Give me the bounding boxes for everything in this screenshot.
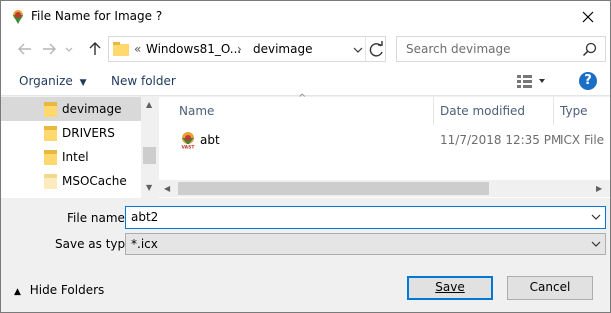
hide-folders-button[interactable]: ▲ Hide Folders [14, 283, 104, 297]
nav-item-label: devimage [62, 102, 122, 116]
chevron-up-icon: ▲ [14, 287, 21, 297]
nav-item-label: Intel [62, 150, 89, 164]
scrollbar-thumb[interactable] [143, 147, 156, 164]
nav-item-intel[interactable]: Intel [1, 145, 141, 169]
file-name-value: abt2 [131, 210, 159, 224]
save-as-type-chevron-icon[interactable] [591, 237, 601, 251]
save-button[interactable]: Save [407, 276, 493, 300]
new-folder-button[interactable]: New folder [111, 74, 176, 88]
breadcrumb-parent[interactable]: Windows81_O... [146, 42, 241, 56]
window-title: File Name for Image ? [31, 9, 163, 23]
close-icon[interactable] [566, 3, 610, 31]
address-divider [365, 37, 366, 61]
organize-button[interactable]: Organize ▼ [19, 74, 87, 88]
forward-arrow-icon[interactable] [39, 39, 59, 59]
column-header-date[interactable]: Date modified [440, 104, 525, 118]
command-toolbar: Organize ▼ New folder ? [1, 66, 610, 96]
breadcrumb-overflow[interactable]: « [134, 42, 141, 56]
change-view-icon[interactable] [516, 74, 546, 88]
scroll-down-icon[interactable]: ▼ [146, 183, 152, 193]
save-as-type-value: *.icx [131, 237, 158, 251]
column-divider[interactable] [553, 97, 554, 125]
folder-icon [113, 42, 129, 56]
file-date: 11/7/2018 12:35 PM [440, 133, 562, 147]
nav-item-devimage[interactable]: devimage [1, 97, 141, 121]
navigation-row: « Windows81_O... › devimage Search devim… [1, 32, 610, 66]
column-header-type[interactable]: Type [560, 104, 588, 118]
nav-item-drivers[interactable]: DRIVERS [1, 121, 141, 145]
search-input[interactable]: Search devimage [406, 42, 511, 56]
refresh-icon[interactable] [368, 41, 386, 59]
hide-folders-label: Hide Folders [29, 283, 105, 297]
column-header-name[interactable]: Name [179, 104, 214, 118]
nav-scrollbar[interactable]: ▲ ▼ [141, 97, 158, 198]
folder-icon [44, 102, 57, 117]
organize-label: Organize [19, 74, 73, 88]
app-icon [13, 10, 23, 24]
svg-text:VAST: VAST [182, 145, 196, 150]
file-type: ICX File [560, 133, 605, 147]
breadcrumb-separator-icon[interactable]: › [237, 42, 242, 56]
address-dropdown-chevron-icon[interactable] [352, 43, 364, 57]
cancel-button[interactable]: Cancel [507, 276, 593, 300]
nav-item-label: MSOCache [62, 174, 127, 188]
nav-item-label: DRIVERS [62, 126, 115, 140]
chevron-down-icon: ▼ [79, 78, 87, 88]
address-bar[interactable]: « Windows81_O... › devimage [108, 36, 386, 62]
save-dialog: File Name for Image ? « Windows81_O... ›… [0, 0, 611, 313]
save-as-type-select[interactable]: *.icx [125, 233, 606, 255]
breadcrumb-current[interactable]: devimage [253, 42, 312, 56]
file-list-scrollbar[interactable]: ◀ ▶ [159, 180, 610, 197]
save-button-label: Save [435, 280, 465, 294]
recent-locations-chevron-icon[interactable] [63, 39, 75, 59]
file-list: ^ Name Date modified Type VAST abt 11/7/… [159, 93, 610, 198]
navigation-pane: devimage DRIVERS Intel MSOCache ▲ ▼ [1, 97, 158, 198]
search-box[interactable]: Search devimage [396, 36, 606, 62]
title-bar: File Name for Image ? [1, 1, 610, 32]
sort-ascending-icon: ^ [298, 93, 307, 104]
folder-icon [44, 174, 57, 189]
scroll-right-icon[interactable]: ▶ [596, 184, 602, 194]
folder-icon [44, 126, 57, 141]
file-name-dropdown-chevron-icon[interactable] [591, 210, 601, 224]
folder-icon [44, 150, 57, 165]
scroll-up-icon[interactable]: ▲ [146, 100, 152, 110]
scrollbar-thumb[interactable] [178, 182, 489, 195]
scroll-left-icon[interactable]: ◀ [164, 184, 170, 194]
file-name-label: File name: [67, 211, 129, 225]
back-arrow-icon[interactable] [15, 39, 35, 59]
file-name: abt [200, 133, 220, 147]
up-arrow-icon[interactable] [85, 39, 105, 59]
help-icon[interactable]: ? [579, 72, 597, 90]
vast-image-file-icon: VAST [180, 132, 196, 150]
nav-item-msocache[interactable]: MSOCache [1, 169, 141, 193]
file-name-field[interactable]: abt2 [125, 206, 606, 229]
column-divider[interactable] [433, 97, 434, 125]
search-icon[interactable] [582, 42, 598, 58]
